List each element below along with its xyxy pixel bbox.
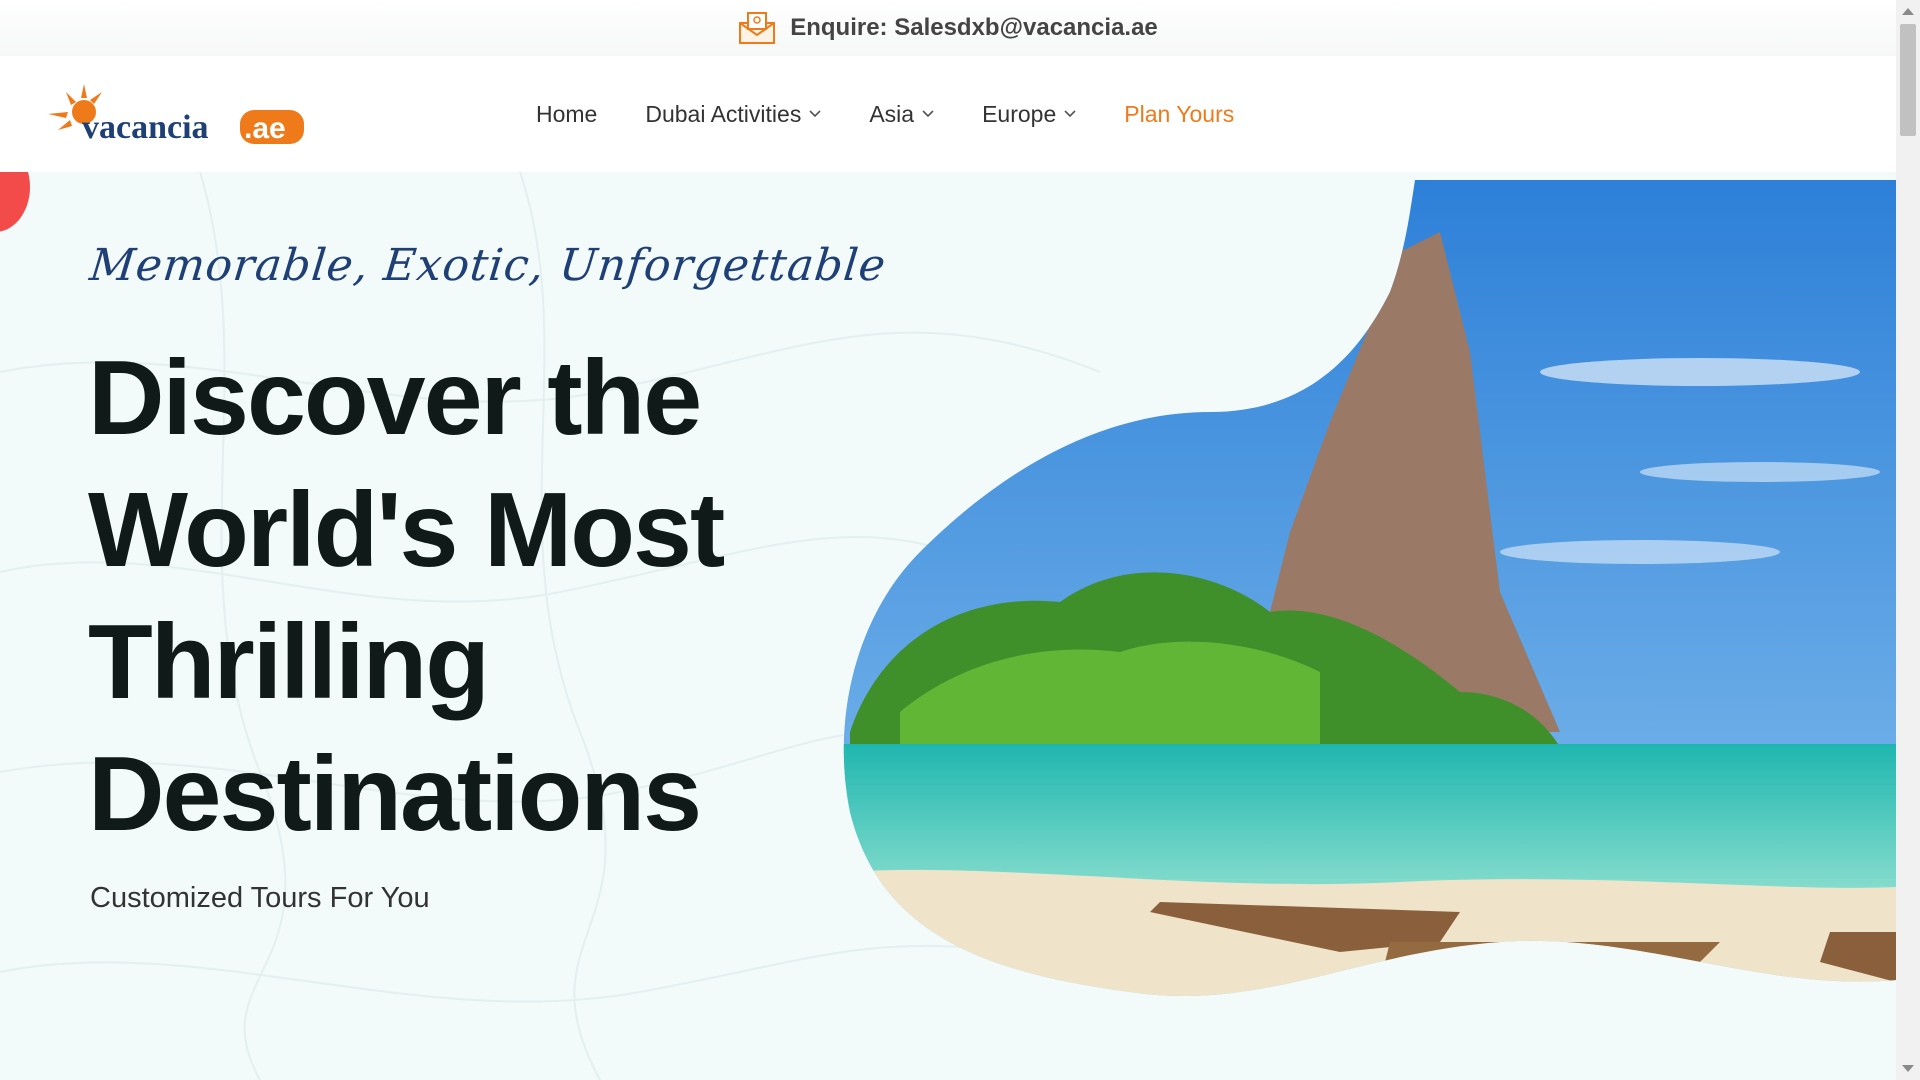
scroll-down-icon[interactable] [1902, 1065, 1914, 1072]
chevron-down-icon [1064, 110, 1076, 118]
main-nav: Home Dubai Activities Asia Europe Plan Y… [536, 56, 1234, 172]
site-logo[interactable]: vacancia .ae [44, 82, 306, 146]
hero-section: Memorable, Exotic, Unforgettable Discove… [0, 172, 1896, 1080]
chevron-down-icon [922, 110, 934, 118]
headline-line: Discover the [88, 339, 702, 457]
nav-label: Plan Yours [1124, 100, 1235, 127]
headline-line: Destinations [88, 735, 702, 853]
nav-asia[interactable]: Asia [869, 101, 934, 128]
nav-europe[interactable]: Europe [982, 101, 1076, 128]
enquire-email-link[interactable]: Enquire: Salesdxb@vacancia.ae [790, 14, 1158, 42]
site-header: vacancia .ae Home Dubai Activities Asia … [0, 56, 1896, 172]
nav-label: Home [536, 100, 598, 127]
scrollbar-thumb[interactable] [1900, 24, 1916, 136]
hero-subline: Customized Tours For You [90, 882, 430, 914]
hero-tagline: Memorable, Exotic, Unforgettable [87, 240, 889, 291]
page-scrollbar[interactable] [1896, 0, 1920, 1080]
nav-label: Asia [869, 100, 915, 127]
scroll-up-icon[interactable] [1902, 8, 1914, 15]
nav-home[interactable]: Home [536, 101, 597, 128]
nav-label: Dubai Activities [645, 100, 802, 127]
headline-line: World's Most [88, 471, 725, 589]
nav-label: Europe [982, 100, 1057, 127]
logo-suffix: .ae [244, 112, 286, 145]
logo-text: vacancia [82, 109, 209, 146]
mail-icon [739, 12, 776, 44]
chevron-down-icon [809, 110, 821, 118]
headline-line: Thrilling [88, 603, 490, 721]
nav-plan-yours[interactable]: Plan Yours [1124, 101, 1234, 128]
enquiry-bar: Enquire: Salesdxb@vacancia.ae [0, 0, 1896, 56]
nav-dubai-activities[interactable]: Dubai Activities [645, 101, 821, 128]
hero-headline: Discover the World's Most Thrilling Dest… [88, 332, 848, 860]
